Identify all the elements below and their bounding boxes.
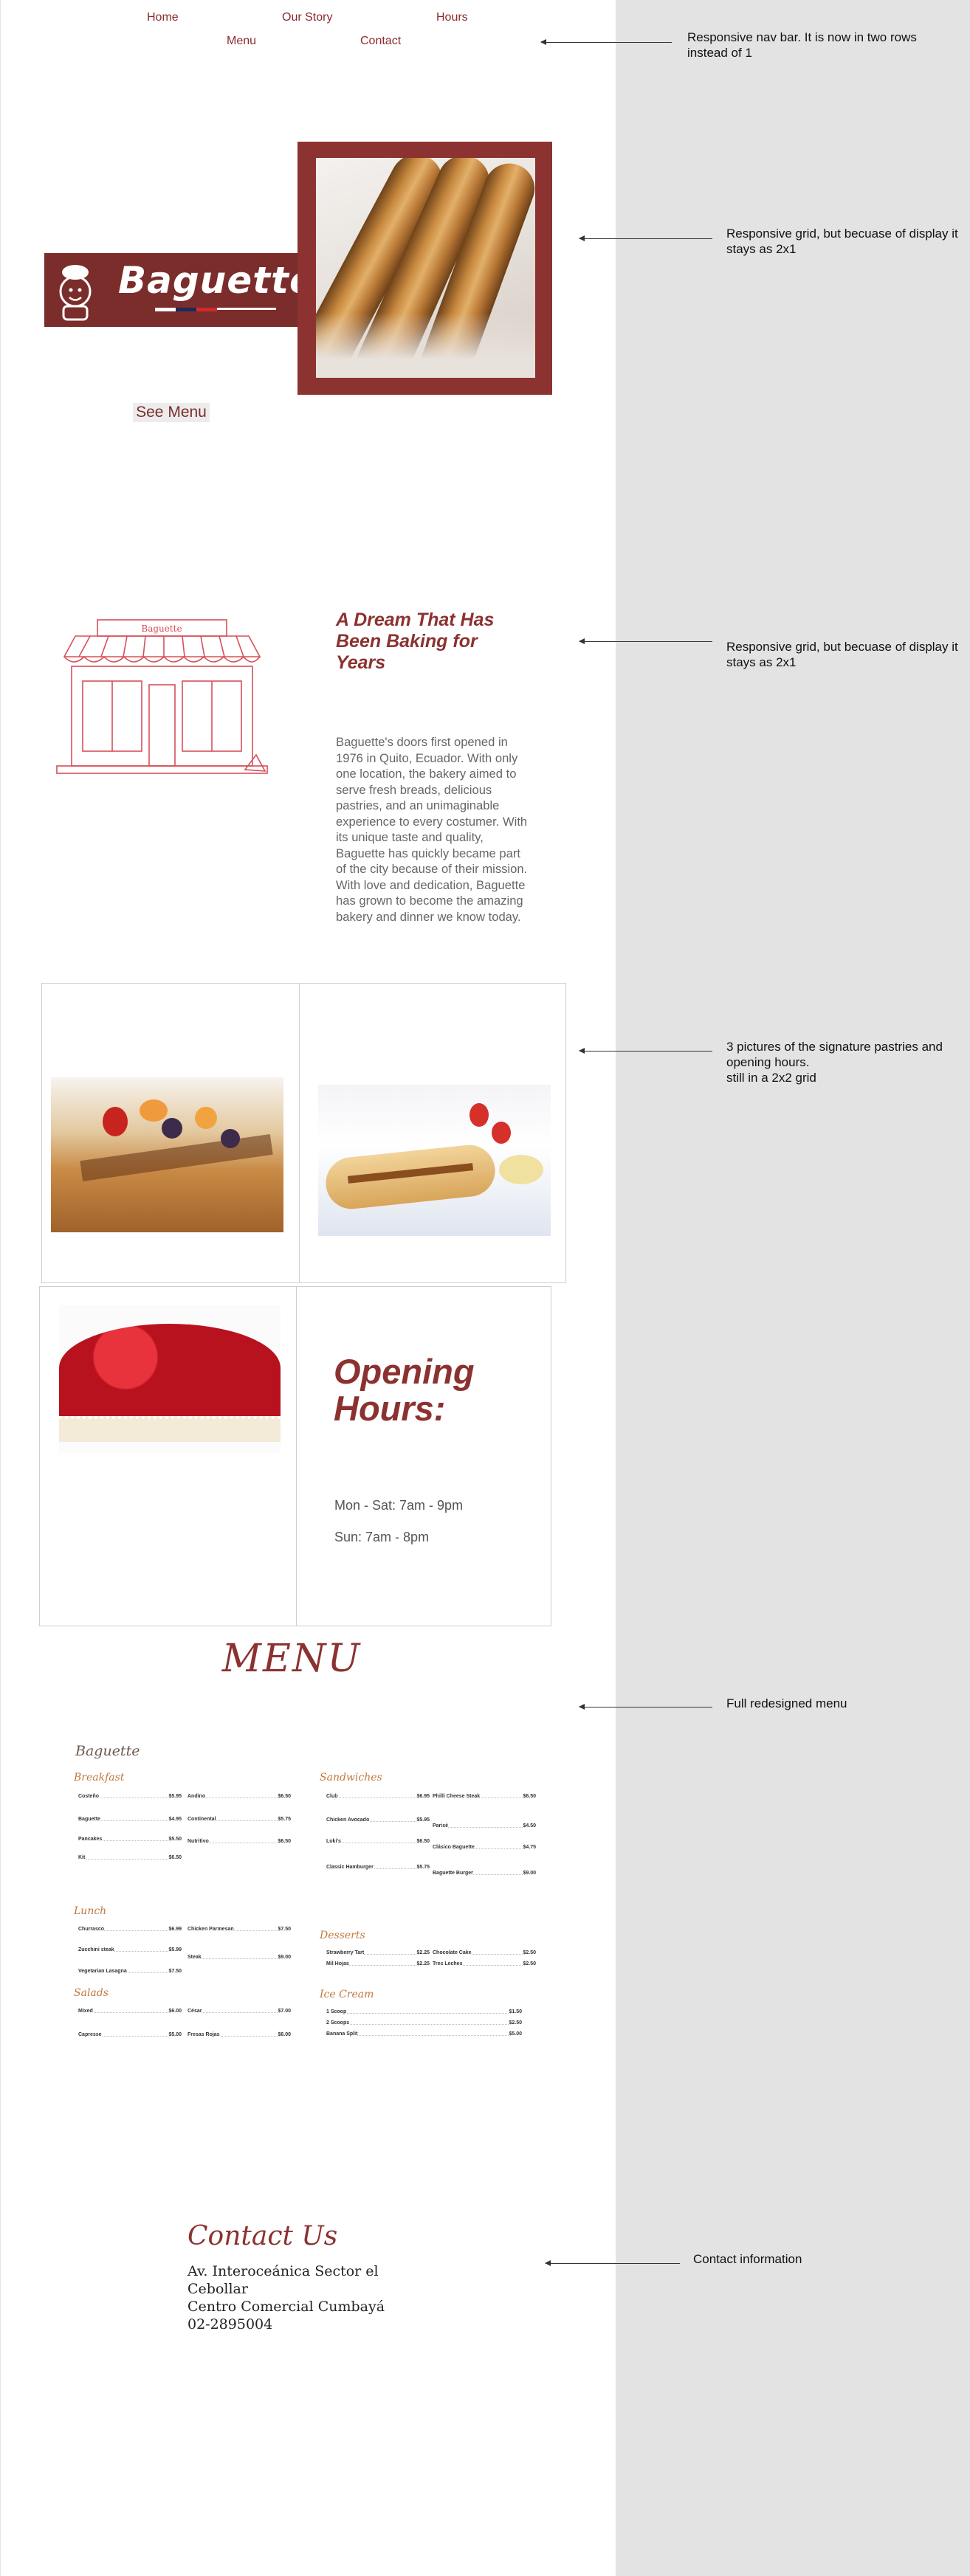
menu-item: Baguette Burger $9.00 xyxy=(433,1870,536,1876)
hours-sunday: Sun: 7am - 8pm xyxy=(334,1530,430,1544)
menu-item: Strawberry Tart $2.25 xyxy=(326,1950,430,1956)
menu-item: Vegetarian Lasagna $7.50 xyxy=(78,1968,182,1975)
nav-link-contact[interactable]: Contact xyxy=(360,35,401,48)
menu-item: Continental $5.75 xyxy=(188,1816,291,1823)
contact-address-line-1: Av. Interoceánica Sector el xyxy=(188,2263,379,2279)
annotation-arrow xyxy=(545,2260,680,2266)
nav-link-hours[interactable]: Hours xyxy=(436,11,468,24)
storefront-illustration: Baguette xyxy=(46,611,278,781)
menu-item: César $7.00 xyxy=(188,2008,291,2014)
cake-slice-photo xyxy=(51,1077,283,1232)
baguette-logo: Baguette xyxy=(44,253,314,327)
menu-item: Baguette $4.95 xyxy=(78,1816,182,1823)
annotation-arrow xyxy=(540,39,672,45)
grid-cell-pastry-1 xyxy=(41,983,300,1283)
sign-text: Baguette xyxy=(141,624,182,634)
annotation-arrow xyxy=(579,1048,712,1054)
menu-item: Mixed $6.00 xyxy=(78,2008,182,2014)
menu-item: Fresas Rojas $6.00 xyxy=(188,2031,291,2038)
bread-photo-frame xyxy=(297,142,552,395)
menu-item: Chicken Parmesan $7.50 xyxy=(188,1926,291,1933)
menu-item: Chicken Avocado $5.95 xyxy=(326,1817,430,1823)
see-menu-button[interactable]: See Menu xyxy=(133,403,210,422)
nav-link-menu[interactable]: Menu xyxy=(227,35,256,48)
annotation-arrow xyxy=(579,235,712,241)
grid-cell-hours xyxy=(296,1286,551,1626)
contact-address-line-3: Centro Comercial Cumbayá xyxy=(188,2299,385,2315)
hours-weekdays: Mon - Sat: 7am - 9pm xyxy=(334,1498,464,1513)
menu-category-breakfast: Breakfast xyxy=(74,1772,125,1783)
menu-item: Parisé $4.50 xyxy=(433,1823,536,1829)
menu-item: Andino $6.50 xyxy=(188,1793,291,1800)
nav-link-home[interactable]: Home xyxy=(147,11,179,24)
menu-brand: Baguette xyxy=(75,1743,140,1759)
annotation-arrow xyxy=(579,638,712,644)
menu-item: Mil Hojas $2.25 xyxy=(326,1961,430,1967)
contact-phone: 02-2895004 xyxy=(188,2316,273,2332)
grid-cell-pastry-3 xyxy=(39,1286,297,1626)
menu-item: Steak $9.00 xyxy=(188,1954,291,1961)
menu-card: Baguette Breakfast Costeño $5.95 Andino $6… xyxy=(66,1730,539,2085)
menu-item: Clásico Baguette $4.75 xyxy=(433,1844,536,1851)
menu-item: Loki's $6.50 xyxy=(326,1838,430,1845)
menu-item: 2 Scoops $2.50 xyxy=(326,2020,522,2026)
menu-category-lunch: Lunch xyxy=(74,1905,107,1917)
bread-photo xyxy=(316,158,535,378)
menu-item: Banana Split $5.00 xyxy=(326,2031,522,2037)
page-edge xyxy=(0,0,1,2576)
nav-link-our-story[interactable]: Our Story xyxy=(282,11,332,24)
menu-item: Chocolate Cake $2.50 xyxy=(433,1950,536,1956)
story-body: Baguette's doors first opened in 1976 in… xyxy=(336,735,528,924)
crepe-photo xyxy=(318,1085,551,1236)
annotation-menu: Full redesigned menu xyxy=(726,1696,847,1710)
menu-item: Capresse $5.00 xyxy=(78,2031,182,2038)
story-title: A Dream That Has Been Baking for Years xyxy=(336,610,495,673)
menu-item: Club $6.95 xyxy=(326,1793,430,1800)
menu-item: Kit $6.50 xyxy=(78,1854,182,1861)
annotation-contact: Contact information xyxy=(693,2252,802,2266)
annotation-pastries: 3 pictures of the signature pastries and… xyxy=(726,1040,943,1085)
hours-title: Opening Hours: xyxy=(334,1352,475,1428)
grid-cell-pastry-2 xyxy=(299,983,566,1283)
contact-address-line-2: Cebollar xyxy=(188,2281,248,2297)
menu-item: Churrasco $6.99 xyxy=(78,1926,182,1933)
storefront-icon: Baguette xyxy=(56,619,268,774)
annotation-panel xyxy=(616,0,970,2576)
menu-item: Classic Hamburger $5.75 xyxy=(326,1864,430,1871)
contact-title: Contact Us xyxy=(188,2221,338,2251)
strawberry-tart-photo xyxy=(59,1305,281,1453)
logo-text: Baguette xyxy=(118,259,315,302)
menu-category-desserts: Desserts xyxy=(320,1930,365,1941)
menu-item: Zucchini steak $5.99 xyxy=(78,1947,182,1953)
menu-category-salads: Salads xyxy=(74,1987,109,1999)
menu-item: Costeño $5.95 xyxy=(78,1793,182,1800)
menu-category-sandwiches: Sandwiches xyxy=(320,1772,382,1783)
menu-item: Nutritivo $6.50 xyxy=(188,1838,291,1845)
menu-item: 1 Scoop $1.50 xyxy=(326,2009,522,2015)
menu-heading: MENU xyxy=(221,1637,362,1681)
menu-item: Tres Leches $2.50 xyxy=(433,1961,536,1967)
annotation-hero: Responsive grid, but becuase of display … xyxy=(726,227,958,256)
menu-item: Pancakes $5.50 xyxy=(78,1836,182,1843)
menu-item: Philli Cheese Steak $6.50 xyxy=(433,1793,536,1800)
annotation-nav: Responsive nav bar. It is now in two row… xyxy=(687,30,917,60)
annotation-story: Responsive grid, but becuase of display … xyxy=(726,640,958,669)
menu-category-ice-cream: Ice Cream xyxy=(320,1989,374,2000)
